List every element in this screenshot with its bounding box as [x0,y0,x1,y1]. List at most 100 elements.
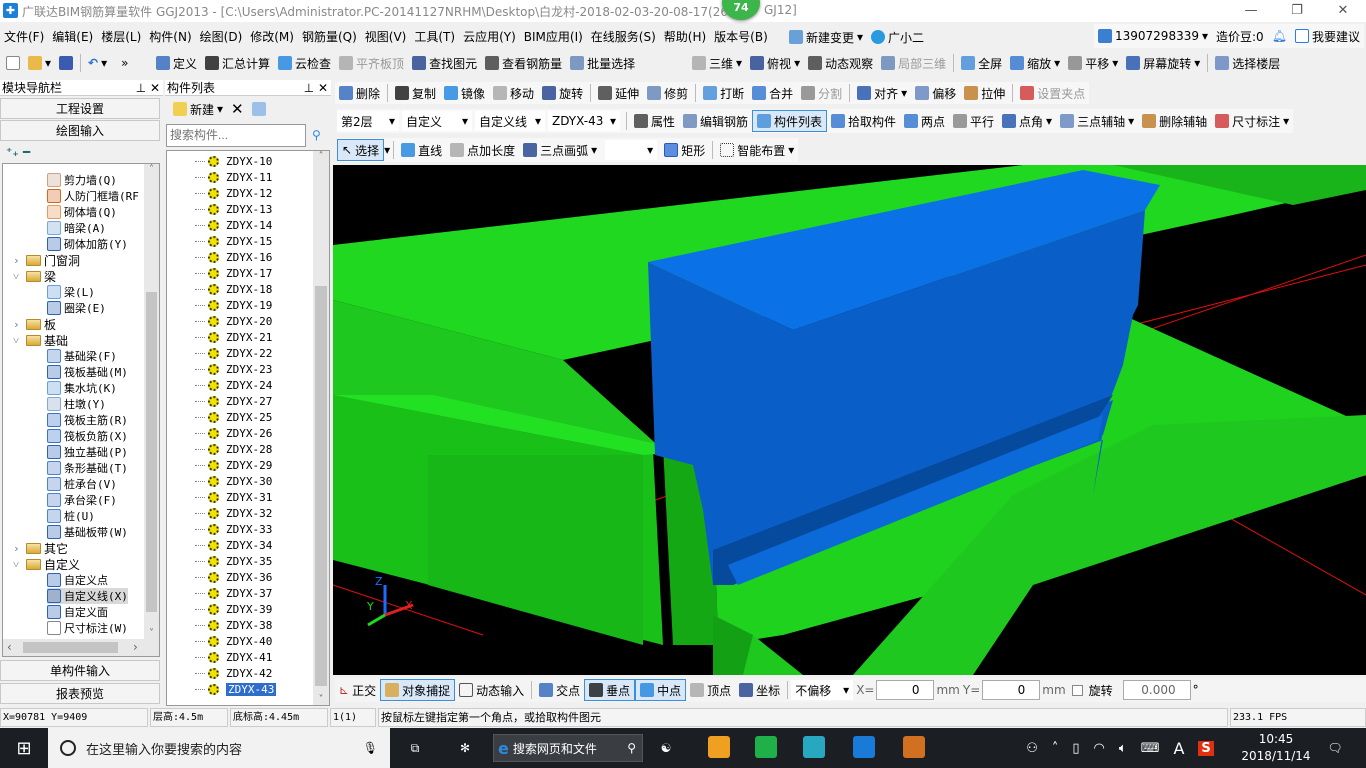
ime-indicator[interactable]: A [1173,739,1184,758]
app-icon-pdf[interactable] [903,736,925,758]
tree-item[interactable]: 尺寸标注(W) [47,620,128,636]
component-list-item[interactable]: ZDYX-27 [195,393,272,409]
tree-item[interactable]: 筏板主筋(R) [47,412,128,428]
toolbar-button[interactable]: 点加长度 [446,139,519,161]
toolbar-button[interactable]: 设置夹点 [1016,82,1089,104]
pinwheel-app-icon[interactable]: ✻ [450,736,480,760]
toolbar-button[interactable]: 延伸 [594,82,643,104]
component-list-item[interactable]: ZDYX-14 [195,217,272,233]
y-offset-input[interactable]: 0 [982,680,1041,700]
tree-item[interactable]: 集水坑(K) [47,380,117,396]
toolbar-button[interactable]: 删除 [335,82,384,104]
toolbar-button[interactable]: 修剪 [643,82,692,104]
expand-collapse-icons[interactable]: ⁺₊ ━ [0,141,163,163]
toolbar-button[interactable]: 分割 [797,82,846,104]
toolbar-button[interactable]: 三点画弧 ▾ [519,139,601,161]
restore-button[interactable]: ❐ [1274,0,1320,22]
menu-item[interactable]: 视图(V) [361,28,411,45]
component-list-item[interactable]: ZDYX-31 [195,489,272,505]
toolbar-button[interactable]: 旋转 [538,82,587,104]
people-icon[interactable]: ⚇ [1026,741,1038,756]
expander-icon[interactable]: ˅ [13,558,23,571]
beans-label[interactable]: 造价豆:0 [1212,25,1268,47]
app-icon-ggj[interactable] [853,736,875,758]
tree-item[interactable]: 砌体墙(Q) [47,204,117,220]
smart-layout-button[interactable]: 智能布置 ▾ [716,139,798,161]
component-list-item[interactable]: ZDYX-30 [195,473,272,489]
toolbar-button[interactable]: 动态观察 [804,52,877,74]
tree-item[interactable]: 梁(L) [47,284,95,300]
toolbar-button[interactable]: 删除辅轴 [1138,110,1211,132]
menu-item[interactable]: 构件(N) [145,28,195,45]
toolbar-button[interactable]: 拾取构件 [827,110,900,132]
toolbar-button[interactable]: 直线 [397,139,446,161]
tree-folder[interactable]: › 其它 [13,540,68,556]
component-list-item[interactable]: ZDYX-41 [195,649,272,665]
toolbar-button[interactable]: 顶点 [686,679,735,701]
app-icon-glodon-teal[interactable] [803,736,825,758]
toolbar-button[interactable]: 平行 [949,110,998,132]
menu-item[interactable]: 绘图(D) [196,28,247,45]
object-snap-toggle[interactable]: 对象捕捉 [380,679,456,701]
toolbar-button[interactable]: 合并 [748,82,797,104]
toolbar-button[interactable]: 交点 [535,679,584,701]
toolbar-button[interactable]: 查看钢筋量 [481,52,566,74]
toolbar-button[interactable]: 中点 [635,679,687,701]
component-list-item[interactable]: ZDYX-40 [195,633,272,649]
menu-item[interactable]: BIM应用(I) [520,28,587,45]
dynamic-input-toggle[interactable]: 动态输入 [455,679,528,701]
tree-item[interactable]: 人防门框墙(RF [47,188,139,204]
tree-item[interactable]: 暗梁(A) [47,220,106,236]
tree-item[interactable]: 自定义点 [47,572,108,588]
component-list-item[interactable]: ZDYX-36 [195,569,272,585]
toolbar-button[interactable]: 云检查 [274,52,335,74]
expander-icon[interactable]: › [13,254,23,267]
tree-item[interactable]: 条形基础(T) [47,460,128,476]
toolbar-button[interactable]: 对齐 ▾ [853,82,911,104]
tree-folder[interactable]: ˅ 梁 [13,268,56,284]
x-offset-input[interactable]: 0 [876,680,935,700]
component-list-item[interactable]: ZDYX-23 [195,361,272,377]
keyboard-icon[interactable]: ⌨ [1141,741,1160,756]
tree-item[interactable]: 桩承台(V) [47,476,117,492]
h-scroll-thumb[interactable] [23,642,118,653]
rectangle-button[interactable]: 矩形 [660,139,709,161]
toolbar-button[interactable]: 平齐板顶 [335,52,408,74]
tree-item[interactable]: 承台梁(F) [47,492,117,508]
tree-folder[interactable]: ˅ 基础 [13,332,68,348]
tree-vertical-scrollbar[interactable]: ˄ ˅ [144,164,159,639]
tree-item[interactable]: 基础板带(W) [47,524,128,540]
start-button[interactable]: ⊞ [0,728,48,768]
copy-icon[interactable] [248,98,270,120]
close-button[interactable]: ✕ [1320,0,1366,22]
component-list-item[interactable]: ZDYX-15 [195,233,272,249]
menu-item[interactable]: 云应用(Y) [459,28,520,45]
component-list-item[interactable]: ZDYX-24 [195,377,272,393]
menu-item[interactable]: 编辑(E) [48,28,97,45]
component-select[interactable]: ZDYX-43 ▾ [548,111,620,131]
toolbar-button[interactable]: 构件列表 [752,110,828,132]
toolbar-button[interactable]: 复制 [391,82,440,104]
component-list-item[interactable]: ZDYX-29 [195,457,272,473]
sogou-icon[interactable]: S [1198,740,1214,756]
component-search-input[interactable] [166,123,306,147]
wifi-icon[interactable]: ◠ [1094,741,1105,756]
tree-item[interactable]: 筏板基础(M) [47,364,128,380]
toolbar-button[interactable]: 移动 [489,82,538,104]
battery-icon[interactable]: ▯ [1072,741,1079,756]
toolbar-button[interactable]: 镜像 [440,82,489,104]
menu-item[interactable]: 工具(T) [410,28,459,45]
toolbar-button[interactable]: 坐标 [735,679,784,701]
component-list-item[interactable]: ZDYX-21 [195,329,272,345]
browser-search-box[interactable]: e 搜索网页和文件 ⚲ [493,734,643,762]
menu-item[interactable]: 钢筋量(Q) [298,28,361,45]
component-list-item[interactable]: ZDYX-32 [195,505,272,521]
taskbar-search-box[interactable]: 在这里输入你要搜索的内容 🎙︎ [48,728,390,768]
toolbar-button[interactable]: 全屏 [957,52,1006,74]
type-select[interactable]: 自定义线 ▾ [475,111,545,131]
expander-icon[interactable]: › [13,318,23,331]
toolbar-button[interactable]: 属性 [630,110,679,132]
component-list-item[interactable]: ZDYX-11 [195,169,272,185]
microphone-icon[interactable]: 🎙︎ [363,741,378,755]
component-list-item[interactable]: ZDYX-34 [195,537,272,553]
